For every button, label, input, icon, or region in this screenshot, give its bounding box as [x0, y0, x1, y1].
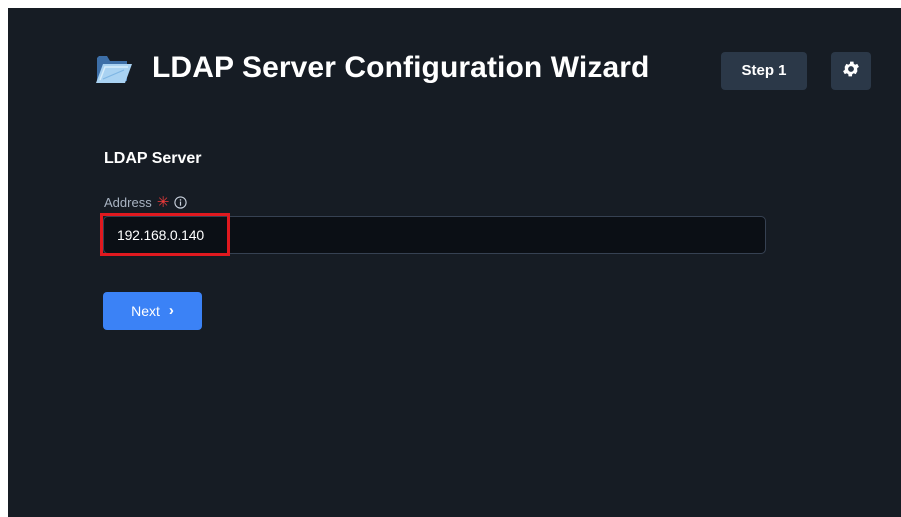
page-title: LDAP Server Configuration Wizard — [152, 51, 650, 84]
address-field — [103, 216, 766, 254]
chevron-right-icon: › — [168, 302, 174, 319]
section-title: LDAP Server — [104, 150, 202, 167]
wizard-header: LDAP Server Configuration Wizard Step 1 — [94, 40, 884, 102]
address-input[interactable] — [104, 217, 765, 253]
step-badge: Step 1 — [721, 52, 807, 90]
info-icon[interactable] — [174, 196, 187, 209]
next-button-label: Next — [131, 303, 160, 319]
settings-button[interactable] — [831, 52, 871, 90]
address-label: Address — [104, 195, 152, 210]
gear-icon — [841, 59, 861, 84]
address-label-row: Address ✳ — [104, 195, 187, 210]
folder-icon — [94, 50, 134, 86]
next-button[interactable]: Next › — [103, 292, 202, 330]
required-mark: ✳ — [156, 194, 170, 211]
